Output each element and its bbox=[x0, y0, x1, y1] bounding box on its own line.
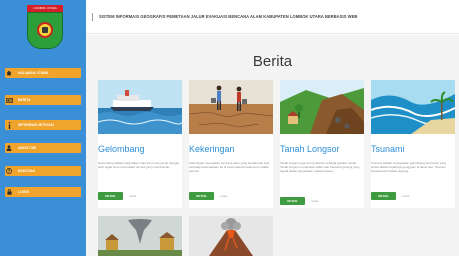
page-title: Berita bbox=[252, 53, 293, 70]
card-description: Tsunami adalah serangkaian gelombang lau… bbox=[371, 161, 447, 173]
sidebar-item-label: INFORMASI MITIGASI bbox=[18, 123, 54, 127]
sidebar-item-about-me[interactable]: ABOUT ME bbox=[5, 143, 81, 153]
sidebar-item-label: HALAMAN UTAMA bbox=[18, 71, 49, 75]
detail-button[interactable]: DETAIL bbox=[280, 197, 305, 205]
tornado-image bbox=[98, 216, 182, 256]
news-card-tsunami[interactable]: Tsunami Tsunami adalah serangkaian gelom… bbox=[371, 80, 455, 208]
card-title[interactable]: Gelombang bbox=[98, 144, 145, 154]
sidebar-item-informasi-mitigasi[interactable]: INFORMASI MITIGASI bbox=[5, 120, 81, 130]
tsunami-image bbox=[371, 80, 455, 134]
card-description: Tanah longsor juga sering disebut sebaga… bbox=[280, 161, 360, 173]
sidebar: LOMBOK UTARA HALAMAN UTAMA BERITA INFORM… bbox=[0, 0, 86, 256]
tanah-longsor-image bbox=[280, 80, 364, 134]
view-count: ...views bbox=[400, 194, 410, 198]
card-title[interactable]: Kekeringan bbox=[189, 144, 235, 154]
news-card-kekeringan[interactable]: Kekeringan Kekeringan merupakan bencana … bbox=[189, 80, 273, 208]
app-title: SISTEM INFORMASI GEOGRAFIS PEMETAAN JALU… bbox=[99, 14, 358, 19]
sidebar-item-berita[interactable]: BERITA bbox=[5, 95, 81, 105]
help-icon bbox=[5, 166, 13, 176]
sidebar-item-label: ABOUT ME bbox=[18, 146, 37, 150]
card-description: Kekeringan merupakan bencana alam yang b… bbox=[189, 161, 270, 173]
regency-logo: LOMBOK UTARA bbox=[27, 5, 63, 49]
card-description: Gelombang adalah pergerakan naik dan tur… bbox=[98, 161, 180, 169]
user-icon bbox=[5, 143, 13, 153]
view-count: ...views bbox=[309, 199, 319, 203]
kekeringan-image bbox=[189, 80, 273, 134]
sidebar-item-login[interactable]: LOGIN bbox=[5, 187, 81, 197]
sidebar-item-label: BERITA bbox=[18, 98, 31, 102]
logo-banner: LOMBOK UTARA bbox=[27, 5, 63, 12]
newspaper-icon bbox=[5, 95, 13, 105]
info-icon bbox=[5, 120, 13, 130]
gelombang-image bbox=[98, 80, 182, 134]
detail-button[interactable]: DETAIL bbox=[98, 192, 123, 200]
news-card-tanah-longsor[interactable]: Tanah Longsor Tanah longsor juga sering … bbox=[280, 80, 364, 208]
home-icon bbox=[5, 68, 13, 78]
logo-shield-icon bbox=[27, 12, 63, 49]
sidebar-item-label: BANTUAN bbox=[18, 169, 35, 173]
sidebar-item-halaman-utama[interactable]: HALAMAN UTAMA bbox=[5, 68, 81, 78]
news-card-gunung-meletus[interactable] bbox=[189, 216, 273, 256]
detail-button[interactable]: DETAIL bbox=[189, 192, 214, 200]
main-content: Berita Gelombang Gelombang adalah perger… bbox=[86, 35, 459, 256]
sidebar-item-bantuan[interactable]: BANTUAN bbox=[5, 166, 81, 176]
news-card-angin-puting-beliung[interactable] bbox=[98, 216, 182, 256]
header-bar: SISTEM INFORMASI GEOGRAFIS PEMETAAN JALU… bbox=[86, 0, 459, 34]
sidebar-item-label: LOGIN bbox=[18, 190, 29, 194]
news-card-gelombang[interactable]: Gelombang Gelombang adalah pergerakan na… bbox=[98, 80, 182, 208]
card-title[interactable]: Tsunami bbox=[371, 144, 405, 154]
card-title[interactable]: Tanah Longsor bbox=[280, 144, 340, 154]
detail-button[interactable]: DETAIL bbox=[371, 192, 396, 200]
menu-toggle-icon[interactable] bbox=[92, 13, 93, 21]
view-count: ...views bbox=[218, 194, 228, 198]
view-count: ...views bbox=[127, 194, 137, 198]
volcano-image bbox=[189, 216, 273, 256]
lock-icon bbox=[5, 187, 13, 197]
